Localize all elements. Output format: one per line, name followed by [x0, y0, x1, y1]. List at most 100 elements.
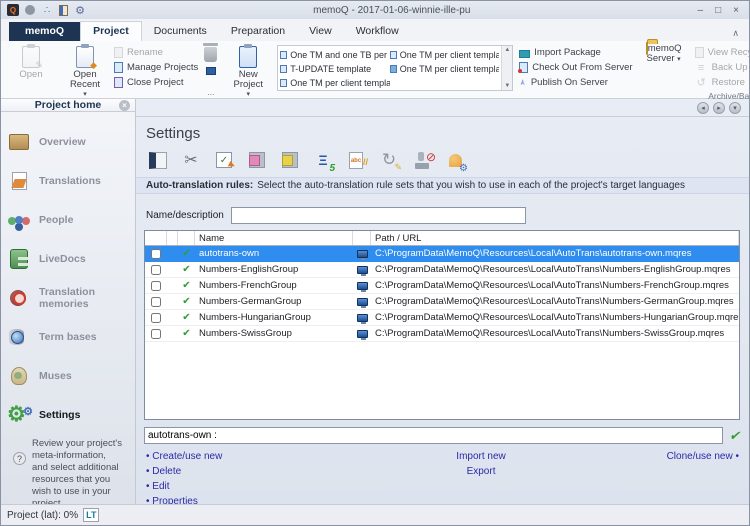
template-icon	[280, 51, 287, 59]
notebook-icon[interactable]	[59, 5, 68, 16]
collapse-ribbon-icon[interactable]: ∧	[722, 28, 749, 41]
table-header[interactable]: Name Path / URL	[145, 231, 739, 246]
table-row[interactable]: ✔ Numbers-GermanGroup C:\ProgramData\Mem…	[145, 294, 739, 310]
sidebar-item-livedocs[interactable]: LiveDocs	[1, 239, 135, 278]
edit-link[interactable]: Edit	[146, 481, 395, 492]
check-out-from-server-button[interactable]: Check Out From Server	[519, 61, 632, 74]
row-path: C:\ProgramData\MemoQ\Resources\Local\Aut…	[371, 280, 739, 291]
banner-text: Select the auto-translation rule sets th…	[257, 180, 685, 191]
settings-pane: ◂ ▸ ▾ Settings ✂ ✓ Ξ5 abc ↻ Auto-transla…	[136, 99, 749, 504]
recycle-bin-icon	[695, 47, 704, 58]
tab-documents[interactable]: Documents	[142, 22, 219, 41]
create-use-new-link[interactable]: Create/use new	[146, 451, 395, 462]
resource-action-links: Create/use new Delete Edit Properties Im…	[146, 451, 739, 507]
row-checkbox[interactable]	[151, 265, 161, 275]
template-item[interactable]: One TM and one TB per ...	[280, 48, 390, 62]
maximize-button[interactable]: □	[715, 5, 721, 16]
back-up-button[interactable]: ≡ Back Up	[695, 61, 750, 74]
close-project-button[interactable]: Close Project	[114, 76, 198, 89]
memoq-window: Q ∴ ⚙ memoQ - 2017-01-06-winnie-ille-pu …	[0, 0, 750, 526]
sidebar-item-translation-memories[interactable]: Translation memories	[1, 278, 135, 317]
close-pane-icon[interactable]: ×	[119, 100, 130, 111]
name-description-filter-input[interactable]	[231, 207, 526, 224]
tm-settings-icon[interactable]	[245, 148, 269, 172]
delete-link[interactable]: Delete	[146, 466, 395, 477]
manage-projects-button[interactable]: Manage Projects	[114, 61, 198, 74]
row-checkbox[interactable]	[151, 313, 161, 323]
export-link[interactable]: Export	[467, 466, 496, 477]
archive-project-icon[interactable]	[206, 67, 216, 75]
translations-icon	[7, 169, 31, 193]
scroll-down-icon[interactable]: ▼	[504, 83, 510, 89]
export-path-rules-icon[interactable]: abc	[344, 148, 368, 172]
memoq-server-button[interactable]: memoQ Server ▾	[639, 44, 689, 65]
globe-icon[interactable]	[25, 5, 35, 15]
template-item[interactable]: T-UPDATE template	[280, 62, 390, 76]
language-terminal-badge[interactable]: LT	[83, 508, 99, 522]
close-button[interactable]: ×	[733, 5, 739, 16]
people-icon	[7, 208, 31, 232]
scroll-up-icon[interactable]: ▲	[504, 47, 510, 53]
import-package-button[interactable]: Import Package	[519, 46, 632, 59]
row-checkbox[interactable]	[151, 297, 161, 307]
restore-button[interactable]: ↺ Restore	[695, 76, 750, 89]
table-row[interactable]: ✔ Numbers-FrenchGroup C:\ProgramData\Mem…	[145, 278, 739, 294]
nav-back-icon[interactable]: ◂	[697, 102, 709, 114]
table-row[interactable]: ✔ Numbers-EnglishGroup C:\ProgramData\Me…	[145, 262, 739, 278]
template-scrollbar[interactable]: ▲ ▼	[501, 46, 512, 90]
enabled-check-icon: ✔	[178, 296, 195, 307]
new-project-button[interactable]: New Project ▾	[223, 44, 273, 100]
clone-use-new-link[interactable]: Clone/use new	[667, 451, 739, 462]
column-header-path[interactable]: Path / URL	[371, 231, 739, 245]
auto-translation-rules-icon[interactable]: Ξ5	[311, 148, 335, 172]
general-settings-icon[interactable]	[146, 148, 170, 172]
view-recycle-bin-button[interactable]: View Recycle Bin	[695, 46, 750, 59]
nav-forward-icon[interactable]: ▸	[713, 102, 725, 114]
publish-on-server-button[interactable]: ➣ Publish On Server	[519, 76, 632, 89]
open-button[interactable]: ✎ Open	[6, 44, 56, 80]
template-item[interactable]: One TM per client template	[390, 62, 500, 76]
segmentation-rules-icon[interactable]: ✂	[179, 148, 203, 172]
settings-description: Review your project's meta-information, …	[32, 438, 124, 510]
livedocs-settings-icon[interactable]	[278, 148, 302, 172]
options-gear-icon[interactable]: ⚙	[74, 4, 86, 16]
delete-project-trash-icon[interactable]	[204, 47, 217, 62]
tab-memoq[interactable]: memoQ	[9, 22, 80, 41]
project-home-tab[interactable]: Project home ×	[1, 99, 135, 112]
nav-dropdown-icon[interactable]: ▾	[729, 102, 741, 114]
table-row[interactable]: ✔ autotrans-own C:\ProgramData\MemoQ\Res…	[145, 246, 739, 262]
column-header-name[interactable]: Name	[195, 231, 353, 245]
row-checkbox[interactable]	[151, 329, 161, 339]
qa-settings-icon[interactable]: ✓	[212, 148, 236, 172]
table-row[interactable]: ✔ Numbers-HungarianGroup C:\ProgramData\…	[145, 310, 739, 326]
table-row[interactable]: ✔ Numbers-SwissGroup C:\ProgramData\Memo…	[145, 326, 739, 342]
resource-console-icon[interactable]: ∴	[41, 4, 53, 16]
sidebar-item-overview[interactable]: Overview	[1, 122, 135, 161]
selected-resource-edit-field[interactable]	[144, 427, 723, 444]
help-icon[interactable]: ?	[13, 452, 26, 465]
import-new-link[interactable]: Import new	[456, 451, 505, 462]
ribbon-group-overflow: ...	[201, 43, 220, 98]
tab-view[interactable]: View	[297, 22, 344, 41]
row-checkbox[interactable]	[151, 281, 161, 291]
sidebar-item-muses[interactable]: Muses	[1, 356, 135, 395]
sidebar-item-settings[interactable]: ⚙⚙ Settings	[1, 395, 135, 434]
ignore-lists-icon[interactable]: ↻	[377, 148, 401, 172]
non-translatables-icon[interactable]	[410, 148, 434, 172]
tab-project[interactable]: Project	[80, 21, 142, 41]
row-checkbox[interactable]	[151, 249, 161, 259]
open-recent-button[interactable]: ◆ Open Recent ▾	[60, 44, 110, 100]
sidebar-item-term-bases[interactable]: Term bases	[1, 317, 135, 356]
font-substitution-icon[interactable]	[443, 148, 467, 172]
ribbon-group-archive-backup: View Recycle Bin ≡ Back Up ↺ Restore Arc…	[692, 43, 750, 98]
tab-workflow[interactable]: Workflow	[344, 22, 411, 41]
sidebar-item-people[interactable]: People	[1, 200, 135, 239]
template-item[interactable]: One TM per client template 2	[280, 76, 390, 90]
apply-check-icon[interactable]: ✔	[729, 428, 740, 444]
minimize-button[interactable]: –	[698, 5, 704, 16]
template-item[interactable]: One TM per client template 2	[390, 48, 500, 62]
tab-preparation[interactable]: Preparation	[219, 22, 297, 41]
sidebar-item-translations[interactable]: Translations	[1, 161, 135, 200]
rename-button[interactable]: Rename	[114, 46, 198, 59]
ribbon-group-manage-project: ✎ Open ◆ Open Recent ▾ Rename Manage Pro…	[3, 43, 201, 98]
